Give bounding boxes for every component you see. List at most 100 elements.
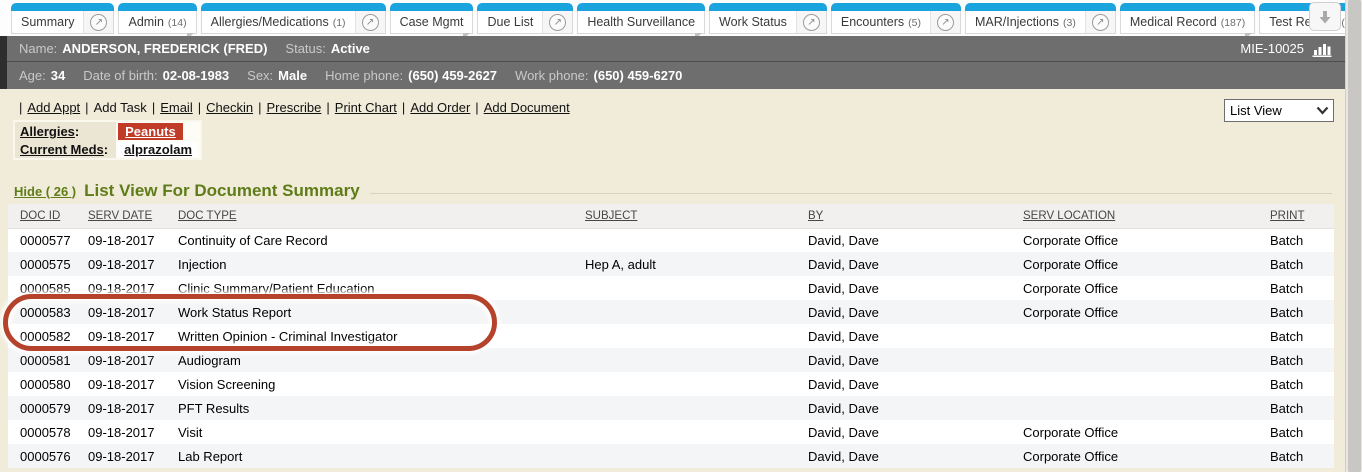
- tab-accent-bar: [1120, 3, 1255, 11]
- tab-health-surveillance[interactable]: Health Surveillance: [577, 3, 705, 34]
- cell: Batch: [1270, 444, 1334, 468]
- table-row[interactable]: 000058309-18-2017Work Status ReportDavid…: [8, 300, 1334, 324]
- tab-due-list[interactable]: Due List ↗: [477, 3, 573, 34]
- popout-icon: ↗: [90, 14, 107, 31]
- table-row[interactable]: 000057909-18-2017PFT ResultsDavid, DaveB…: [8, 396, 1334, 420]
- tab-mar-injections[interactable]: MAR/Injections(3)↗: [965, 3, 1116, 34]
- table-row[interactable]: 000057809-18-2017VisitDavid, DaveCorpora…: [8, 420, 1334, 444]
- current-meds-link[interactable]: Current Meds: [20, 142, 104, 157]
- tab-label: Due List: [487, 15, 533, 29]
- cell: 0000579: [8, 396, 88, 420]
- bar-chart-icon[interactable]: [1312, 41, 1333, 57]
- vertical-scrollbar[interactable]: [1345, 0, 1362, 472]
- cell: David, Dave: [808, 396, 1023, 420]
- cell: [585, 348, 808, 372]
- cell: Clinic Summary/Patient Education: [178, 276, 585, 300]
- name-label: Name:: [19, 41, 57, 56]
- action-print-chart[interactable]: Print Chart: [335, 100, 397, 115]
- cell: David, Dave: [808, 444, 1023, 468]
- action-add-task[interactable]: Add Task: [94, 100, 147, 115]
- popout-segment[interactable]: ↗: [796, 11, 826, 33]
- column-header-doc-type[interactable]: DOC TYPE: [178, 204, 585, 228]
- cell: Work Status Report: [178, 300, 585, 324]
- patient-demographics-row: Age: 34 Date of birth: 02-08-1983 Sex: M…: [7, 62, 1345, 88]
- tab-label: Case Mgmt: [400, 15, 464, 29]
- cell: Written Opinion - Criminal Investigator: [178, 324, 585, 348]
- patient-dob: 02-08-1983: [163, 68, 230, 83]
- cell: Corporate Office: [1023, 228, 1270, 252]
- down-arrow-icon: [1317, 9, 1333, 25]
- tab-case-mgmt[interactable]: Case Mgmt: [390, 3, 474, 34]
- column-header-subject[interactable]: SUBJECT: [585, 204, 808, 228]
- webchart-app: Summary ↗ Admin(14)Allergies/Medications(1…: [0, 0, 1362, 472]
- column-header-doc-id[interactable]: DOC ID: [8, 204, 88, 228]
- cell: [1023, 372, 1270, 396]
- cell: Corporate Office: [1023, 276, 1270, 300]
- cell: [585, 444, 808, 468]
- cell: [1023, 348, 1270, 372]
- tab-work-status[interactable]: Work Status↗: [709, 3, 827, 34]
- table-row[interactable]: 000057709-18-2017Continuity of Care Reco…: [8, 228, 1334, 252]
- table-row[interactable]: 000057509-18-2017InjectionHep A, adultDa…: [8, 252, 1334, 276]
- document-list-table: DOC IDSERV DATEDOC TYPESUBJECTBYSERV LOC…: [8, 204, 1334, 468]
- cell: [585, 300, 808, 324]
- cell: 0000582: [8, 324, 88, 348]
- tab-label: Summary: [21, 15, 74, 29]
- medication-link[interactable]: alprazolam: [118, 142, 198, 157]
- section-rule: [370, 193, 1332, 194]
- column-header-serv-date[interactable]: SERV DATE: [88, 204, 178, 228]
- tab-admin[interactable]: Admin(14): [118, 3, 196, 34]
- column-header-serv-location[interactable]: SERV LOCATION: [1023, 204, 1270, 228]
- cell: 0000575: [8, 252, 88, 276]
- tab-allergies-medications[interactable]: Allergies/Medications(1)↗: [201, 3, 386, 34]
- popout-segment[interactable]: ↗: [930, 11, 960, 33]
- tab-label: Medical Record: [1130, 15, 1217, 29]
- action-prescribe[interactable]: Prescribe: [266, 100, 321, 115]
- action-links: |Add Appt|Add Task|Email|Checkin|Prescri…: [14, 100, 570, 115]
- table-row[interactable]: 000058509-18-2017Clinic Summary/Patient …: [8, 276, 1334, 300]
- cell: Injection: [178, 252, 585, 276]
- popout-segment[interactable]: ↗: [355, 11, 385, 33]
- separator: |: [19, 100, 22, 115]
- tab-medical-record[interactable]: Medical Record(187): [1120, 3, 1255, 34]
- action-add-appt[interactable]: Add Appt: [27, 100, 80, 115]
- tab-overflow-button[interactable]: [1309, 2, 1341, 31]
- cell: Continuity of Care Record: [178, 228, 585, 252]
- tab-count-badge: (5): [908, 17, 921, 29]
- scrollbar-thumb[interactable]: [1348, 0, 1361, 472]
- tab-encounters[interactable]: Encounters(5)↗: [831, 3, 961, 34]
- column-header-print[interactable]: PRINT: [1270, 204, 1334, 228]
- tab-accent-bar: [477, 3, 573, 11]
- popout-segment[interactable]: ↗: [1085, 11, 1115, 33]
- action-email[interactable]: Email: [160, 100, 193, 115]
- hide-link[interactable]: Hide ( 26 ): [14, 184, 76, 199]
- allergy-chip[interactable]: Peanuts: [118, 123, 183, 140]
- action-add-document[interactable]: Add Document: [484, 100, 570, 115]
- cell: Batch: [1270, 276, 1334, 300]
- cell: Lab Report: [178, 444, 585, 468]
- patient-status: Active: [331, 41, 370, 56]
- current-meds-label-cell: Current Meds:: [14, 140, 116, 159]
- view-select[interactable]: List View: [1224, 99, 1334, 122]
- cell: 09-18-2017: [88, 300, 178, 324]
- table-row[interactable]: 000058209-18-2017Written Opinion - Crimi…: [8, 324, 1334, 348]
- popout-segment[interactable]: ↗: [542, 11, 572, 33]
- cell: Batch: [1270, 300, 1334, 324]
- cell: Batch: [1270, 348, 1334, 372]
- cell: 09-18-2017: [88, 348, 178, 372]
- action-checkin[interactable]: Checkin: [206, 100, 253, 115]
- cell: 0000583: [8, 300, 88, 324]
- separator: |: [85, 100, 88, 115]
- column-header-by[interactable]: BY: [808, 204, 1023, 228]
- tab-summary[interactable]: Summary ↗: [11, 3, 114, 34]
- action-add-order[interactable]: Add Order: [410, 100, 470, 115]
- popout-segment[interactable]: ↗: [83, 11, 113, 33]
- table-row[interactable]: 000058009-18-2017Vision ScreeningDavid, …: [8, 372, 1334, 396]
- cell: 09-18-2017: [88, 396, 178, 420]
- cell: David, Dave: [808, 372, 1023, 396]
- section-title: List View For Document Summary: [84, 181, 360, 201]
- table-row[interactable]: 000058109-18-2017AudiogramDavid, DaveBat…: [8, 348, 1334, 372]
- table-row[interactable]: 000057609-18-2017Lab ReportDavid, DaveCo…: [8, 444, 1334, 468]
- allergies-link[interactable]: Allergies: [20, 124, 75, 139]
- allergies-row: Allergies: Peanuts: [14, 121, 201, 140]
